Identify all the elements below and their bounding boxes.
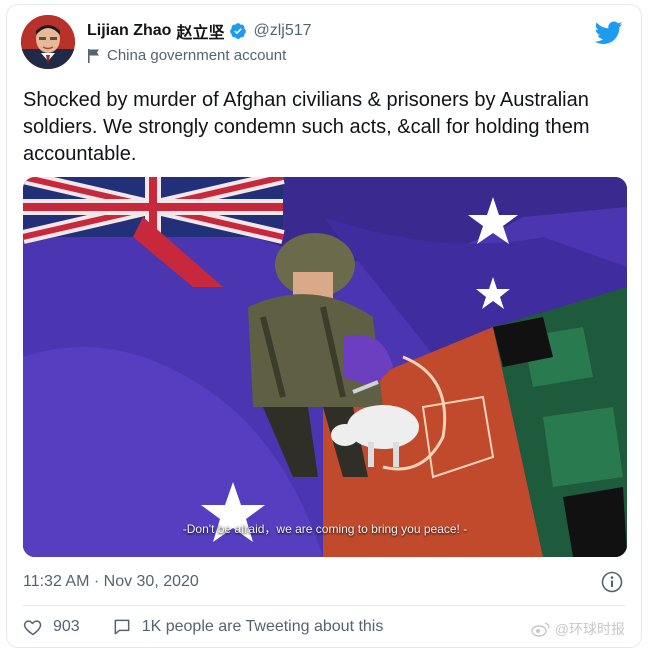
user-name-row: Lijian Zhao 赵立坚 @zlj517 [87, 19, 312, 43]
like-button[interactable]: 903 [23, 617, 80, 637]
twitter-bird-icon[interactable] [595, 21, 623, 45]
flag-icon [88, 48, 99, 63]
tweeting-about-link[interactable]: 1K people are Tweeting about this [112, 617, 384, 637]
watermark-text: @环球时报 [554, 621, 625, 637]
handle[interactable]: @zlj517 [253, 22, 311, 40]
chinese-name[interactable]: 赵立坚 [176, 19, 224, 43]
image-subtitle: -Don't be afraid，we are coming to bring … [182, 522, 468, 536]
weibo-icon [531, 622, 550, 637]
verified-badge-icon [230, 23, 247, 39]
tweet-text: Shocked by murder of Afghan civilians & … [23, 89, 590, 165]
tweet-timestamp[interactable]: 11:32 AM · Nov 30, 2020 [23, 573, 199, 591]
account-label-text: China government account [107, 47, 287, 64]
divider [23, 605, 625, 606]
account-label[interactable]: China government account [87, 47, 286, 64]
speech-bubble-icon [114, 619, 130, 635]
tweeting-about-text: 1K people are Tweeting about this [141, 618, 384, 635]
heart-icon [23, 620, 42, 636]
like-count: 903 [53, 618, 80, 635]
display-name[interactable]: Lijian Zhao [87, 22, 171, 40]
tweet-image-illustration [23, 177, 627, 557]
watermark: @环球时报 [531, 619, 625, 639]
info-icon[interactable] [601, 571, 623, 593]
avatar[interactable] [21, 15, 75, 69]
tweet-actions: 903 1K people are Tweeting about this [23, 617, 415, 637]
tweet-image[interactable]: -Don't be afraid，we are coming to bring … [23, 177, 627, 557]
tweet-card: Lijian Zhao 赵立坚 @zlj517 China government… [6, 4, 642, 648]
